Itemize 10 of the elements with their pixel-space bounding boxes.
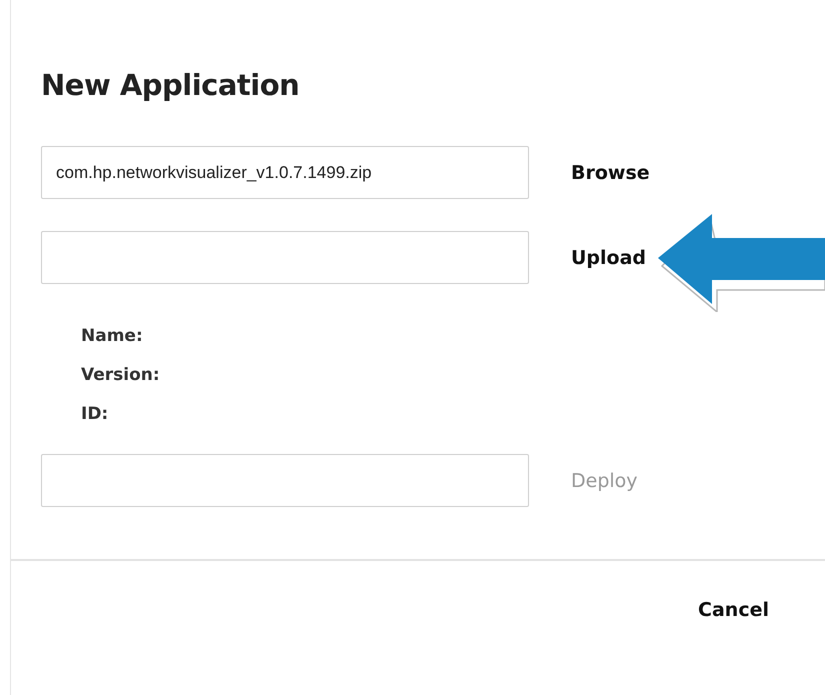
- cancel-button[interactable]: Cancel: [694, 595, 773, 625]
- info-label: ID:: [81, 404, 110, 424]
- info-label: Name:: [81, 326, 144, 346]
- file-field[interactable]: com.hp.networkvisualizer_v1.0.7.1499.zip: [41, 146, 529, 199]
- dialog-title: New Application: [41, 68, 300, 102]
- upload-field[interactable]: [41, 231, 529, 284]
- upload-button[interactable]: Upload: [567, 242, 650, 272]
- info-label: Version:: [81, 365, 161, 385]
- browse-button[interactable]: Browse: [567, 158, 654, 188]
- deploy-field[interactable]: [41, 454, 529, 507]
